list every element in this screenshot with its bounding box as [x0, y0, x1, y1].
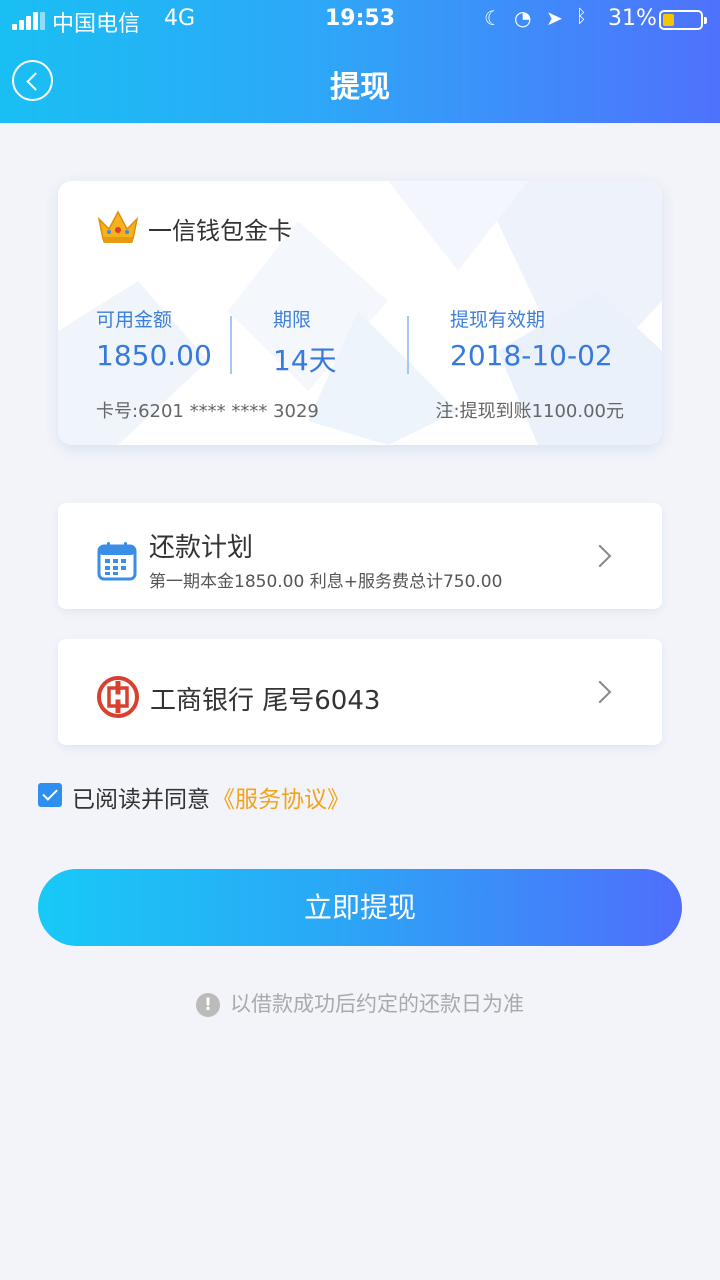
card-note: 注:提现到账1100.00元	[435, 401, 625, 422]
battery-icon	[659, 10, 707, 30]
battery-level	[663, 14, 674, 26]
moon-icon: ☾	[484, 6, 502, 30]
calendar-icon	[97, 542, 137, 581]
header-bar: 中国电信 4G 19:53 ☾ ◔ ➤ ᛒ 31% 提现	[0, 0, 720, 123]
repayment-plan-subtitle: 第一期本金1850.00 利息+服务费总计750.00	[149, 572, 503, 592]
card-name: 一信钱包金卡	[148, 217, 292, 245]
card-number: 卡号:6201 **** **** 3029	[96, 401, 319, 422]
tip-message: ! 以借款成功后约定的还款日为准	[0, 988, 720, 1018]
chevron-right-icon	[588, 544, 612, 568]
loan-card: 一信钱包金卡 可用金额 1850.00 期限 14天 提现有效期 2018-10…	[58, 181, 662, 445]
status-bar: 中国电信 4G 19:53 ☾ ◔ ➤ ᛒ 31%	[0, 0, 720, 40]
chevron-right-icon	[588, 680, 612, 704]
info-icon: !	[196, 993, 220, 1017]
crown-icon	[97, 210, 139, 243]
term-value: 14天	[273, 344, 337, 377]
available-amount-label: 可用金额	[96, 309, 173, 331]
validity-value: 2018-10-02	[450, 339, 613, 372]
repayment-plan-row[interactable]: 还款计划 第一期本金1850.00 利息+服务费总计750.00	[58, 503, 662, 609]
rotation-lock-icon: ◔	[514, 6, 532, 30]
available-amount-value: 1850.00	[96, 339, 212, 372]
icbc-logo-icon	[97, 676, 139, 718]
validity-label: 提现有效期	[450, 309, 546, 331]
status-icons: ☾ ◔ ➤ ᛒ	[484, 6, 594, 34]
divider	[407, 316, 409, 374]
battery-percent: 31%	[608, 6, 657, 31]
bank-account-label: 工商银行 尾号6043	[150, 686, 381, 716]
repayment-plan-title: 还款计划	[149, 533, 254, 563]
term-label: 期限	[273, 309, 312, 331]
location-icon: ➤	[546, 6, 563, 30]
divider	[230, 316, 232, 374]
agreement-text: 已阅读并同意	[72, 787, 210, 813]
tip-text: 以借款成功后约定的还款日为准	[230, 992, 524, 1016]
bluetooth-icon: ᛒ	[576, 6, 587, 27]
bank-account-row[interactable]: 工商银行 尾号6043	[58, 639, 662, 745]
withdraw-now-button[interactable]: 立即提现	[38, 869, 682, 946]
page-title: 提现	[330, 70, 390, 105]
agreement-checkbox[interactable]	[38, 783, 62, 807]
service-agreement-link[interactable]: 《服务协议》	[212, 780, 350, 814]
